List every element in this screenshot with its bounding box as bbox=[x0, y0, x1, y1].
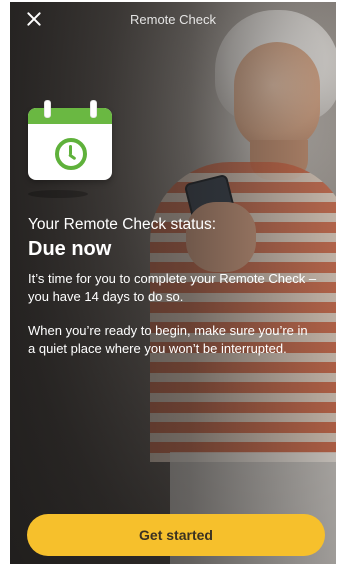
quiet-place-paragraph: When you’re ready to begin, make sure yo… bbox=[28, 323, 308, 356]
calendar-ring-right bbox=[90, 100, 97, 118]
calendar-body bbox=[28, 108, 112, 180]
page-title: Remote Check bbox=[130, 12, 216, 27]
instructions-paragraph: It’s time for you to complete your Remot… bbox=[28, 271, 317, 304]
top-bar: Remote Check bbox=[10, 2, 336, 36]
calendar-clock-icon bbox=[28, 100, 112, 184]
calendar-ring-left bbox=[44, 100, 51, 118]
calendar-shadow bbox=[28, 190, 88, 198]
get-started-button[interactable]: Get started bbox=[27, 514, 325, 556]
status-label: Your Remote Check status: bbox=[28, 216, 217, 233]
calendar-header bbox=[28, 108, 112, 124]
status-value: Due now bbox=[28, 238, 112, 260]
remote-check-screen: Remote Check Your Remote Check status: D… bbox=[10, 2, 336, 564]
clock-icon bbox=[55, 138, 87, 170]
